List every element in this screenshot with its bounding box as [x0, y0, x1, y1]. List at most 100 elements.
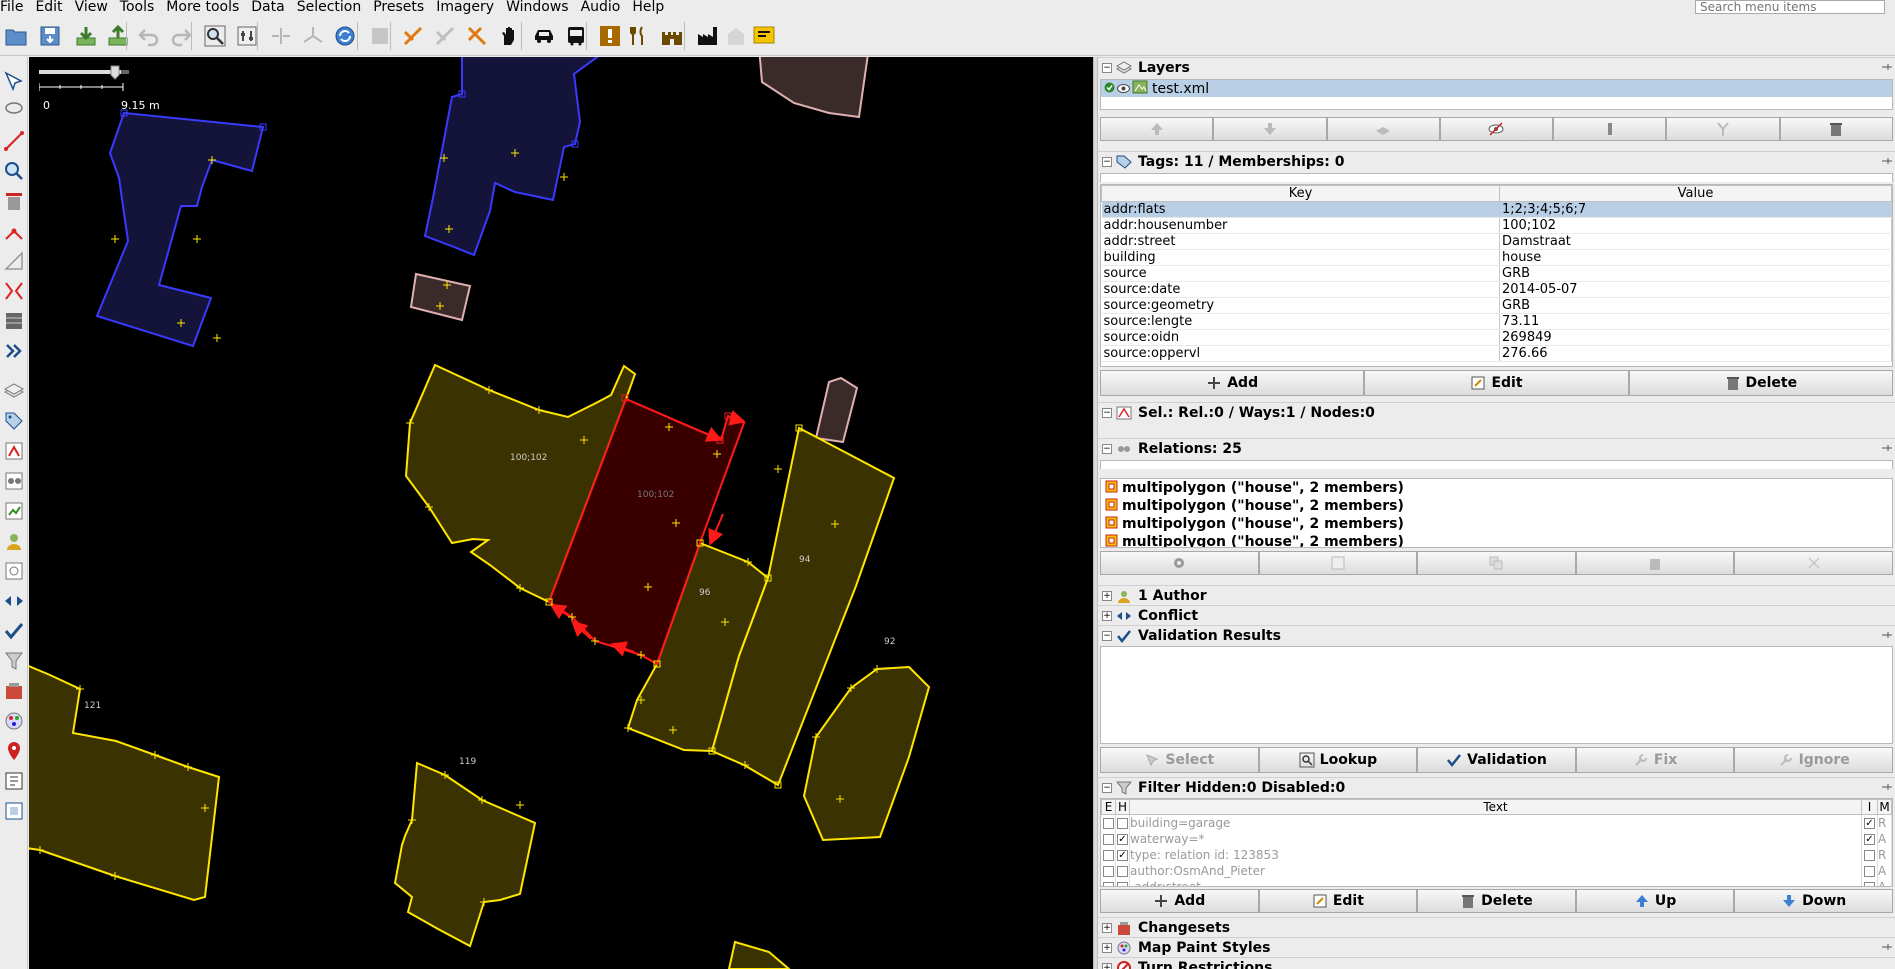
filter-hidden-checkbox[interactable] [1115, 814, 1130, 831]
collapse-toggle-icon[interactable]: − [1102, 156, 1112, 167]
tool-orange-1-icon[interactable] [397, 20, 429, 52]
menu-windows[interactable]: Windows [500, 0, 575, 14]
menu-selection[interactable]: Selection [291, 0, 368, 14]
layer-row[interactable]: test.xml [1101, 80, 1892, 97]
select-tool-icon[interactable] [2, 69, 26, 93]
tag-value[interactable]: GRB [1499, 297, 1892, 314]
filter-delete-button[interactable]: Delete [1417, 889, 1576, 913]
building-119[interactable] [393, 761, 537, 948]
validation-results-tree[interactable] [1100, 646, 1893, 744]
layer-visibility-button[interactable] [1439, 117, 1554, 141]
filter-edit-button[interactable]: Edit [1258, 889, 1418, 913]
tags-panel-icon[interactable] [2, 409, 26, 433]
collapse-toggle-icon[interactable]: − [1102, 62, 1112, 73]
layers-panel-icon[interactable] [2, 379, 26, 403]
menu-search-input[interactable] [1695, 0, 1885, 14]
tag-value[interactable]: Damstraat [1499, 233, 1892, 250]
download-icon[interactable] [70, 20, 102, 52]
filter-panel-icon[interactable] [2, 649, 26, 673]
car-icon[interactable] [528, 20, 560, 52]
tag-row[interactable]: building house [1101, 249, 1892, 266]
expand-toggle-icon[interactable]: + [1102, 610, 1112, 621]
building-blue-1[interactable] [95, 111, 265, 348]
menu-help[interactable]: Help [626, 0, 670, 14]
building-pink-2[interactable] [758, 57, 869, 119]
relation-select-button[interactable] [1100, 551, 1259, 575]
filter-enabled-checkbox[interactable] [1101, 846, 1116, 863]
tag-key[interactable]: source:lengte [1101, 313, 1500, 330]
relations-filter-bar[interactable] [1100, 460, 1893, 469]
tag-key[interactable]: source:oppervl [1101, 345, 1500, 362]
filter-row[interactable]: ✓ type: relation id: 123853 R [1101, 846, 1892, 863]
relations-panel-icon[interactable] [2, 469, 26, 493]
lasso-tool-icon[interactable] [2, 99, 26, 123]
menu-view[interactable]: View [69, 0, 114, 14]
filter-inverted-checkbox[interactable] [1861, 862, 1878, 879]
filter-inverted-checkbox[interactable] [1861, 878, 1878, 886]
tag-row[interactable]: source:geometry GRB [1101, 297, 1892, 314]
tag-value[interactable]: 73.11 [1499, 313, 1892, 330]
tag-key[interactable]: source:oidn [1101, 329, 1500, 346]
key-column-header[interactable]: Key [1101, 185, 1500, 202]
paint-styles-panel-icon[interactable] [2, 709, 26, 733]
layers-panel-header[interactable]: − Layers [1098, 57, 1895, 77]
tag-row[interactable]: addr:flats 1;2;3;4;5;6;7 [1101, 201, 1892, 218]
delete-layer-button[interactable] [1779, 117, 1893, 141]
changesets-panel-icon[interactable] [2, 679, 26, 703]
menu-edit[interactable]: Edit [29, 0, 68, 14]
upload-icon[interactable] [102, 20, 134, 52]
tag-key[interactable]: source:date [1101, 281, 1500, 298]
tag-value[interactable]: GRB [1499, 265, 1892, 282]
tag-value[interactable]: house [1499, 249, 1892, 266]
parallel-tool-icon[interactable] [2, 279, 26, 303]
validation-lookup-button[interactable]: Lookup [1258, 747, 1418, 773]
open-icon[interactable] [0, 20, 32, 52]
tags-panel-header[interactable]: − Tags: 11 / Memberships: 0 [1098, 151, 1895, 171]
filter-add-button[interactable]: Add [1100, 889, 1259, 913]
conflict-panel-icon[interactable] [2, 589, 26, 613]
validation-ignore-button[interactable]: Ignore [1734, 747, 1893, 773]
tag-row[interactable]: addr:housenumber 100;102 [1101, 217, 1892, 234]
pin-icon[interactable] [1881, 942, 1893, 952]
filter-panel-header[interactable]: − Filter Hidden:0 Disabled:0 [1098, 777, 1895, 797]
value-column-header[interactable]: Value [1499, 185, 1892, 202]
expand-toggle-icon[interactable]: + [1102, 962, 1112, 969]
pin-icon[interactable] [1881, 62, 1893, 72]
add-tag-button[interactable]: Add [1100, 370, 1365, 396]
filter-row[interactable]: building=garage ✓ R [1101, 814, 1892, 831]
filter-enabled-checkbox[interactable] [1101, 878, 1116, 886]
filter-enabled-checkbox[interactable] [1101, 862, 1116, 879]
menu-data[interactable]: Data [245, 0, 290, 14]
selection-panel-header[interactable]: − Sel.: Rel.:0 / Ways:1 / Nodes:0 [1098, 402, 1895, 422]
tag-key[interactable]: addr:street [1101, 233, 1500, 250]
expand-toggle-icon[interactable]: + [1102, 942, 1112, 953]
filter-hidden-checkbox[interactable] [1115, 878, 1130, 886]
filter-text[interactable]: building=garage [1129, 814, 1862, 831]
menu-file[interactable]: File [0, 0, 29, 14]
tool-disabled-icon[interactable] [364, 20, 396, 52]
changesets-panel-header[interactable]: + Changesets [1098, 917, 1895, 937]
map-view[interactable]: 100;102 100;102 96 94 92 121 119 0 9.15 … [29, 57, 1093, 969]
filter-hidden-header[interactable]: H [1115, 799, 1130, 815]
conflict-panel-header[interactable]: + Conflict [1098, 605, 1895, 625]
layer-visible-eye-icon[interactable] [1117, 81, 1130, 97]
filter-text[interactable]: author:OsmAnd_Pieter [1129, 862, 1862, 879]
building-pink-3[interactable] [814, 376, 859, 444]
filter-inverted-checkbox[interactable] [1861, 846, 1878, 863]
bus-icon[interactable] [560, 20, 592, 52]
filter-inverted-header[interactable]: I [1861, 799, 1878, 815]
filter-row[interactable]: author:OsmAnd_Pieter A [1101, 862, 1892, 879]
filter-text-header[interactable]: Text [1129, 799, 1862, 815]
pin-icon[interactable] [1881, 443, 1893, 453]
filter-enabled-checkbox[interactable] [1101, 814, 1116, 831]
collapse-toggle-icon[interactable]: − [1102, 407, 1112, 418]
map-canvas[interactable]: 100;102 100;102 96 94 92 121 119 [29, 57, 1093, 969]
building-tool-icon[interactable] [2, 309, 26, 333]
turn-restrictions-panel-icon[interactable] [2, 739, 26, 763]
building-pink-1[interactable] [409, 272, 472, 322]
filter-text[interactable]: type: relation id: 123853 [1129, 846, 1862, 863]
history-panel-icon[interactable] [2, 499, 26, 523]
edit-tag-button[interactable]: Edit [1364, 370, 1629, 396]
authors-panel-header[interactable]: + 1 Author [1098, 585, 1895, 605]
tag-row[interactable]: source:lengte 73.11 [1101, 313, 1892, 330]
